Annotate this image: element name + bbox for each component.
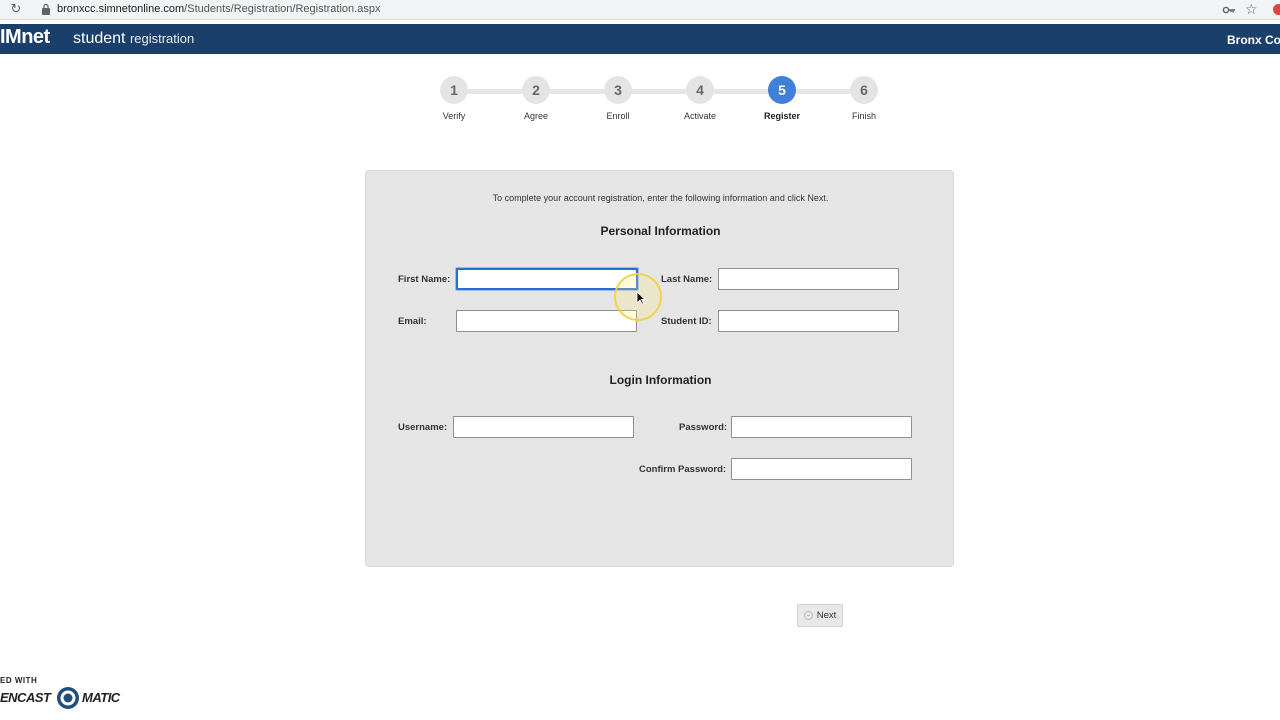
app-title: student registration <box>73 30 194 48</box>
step-label: Agree <box>523 111 549 121</box>
student-id-input[interactable] <box>718 310 899 332</box>
mouse-cursor-icon <box>636 291 646 305</box>
email-label: Email: <box>398 316 427 327</box>
step-number: 3 <box>604 76 632 104</box>
reload-icon[interactable]: ↻ <box>9 2 23 16</box>
personal-info-title: Personal Information <box>600 224 721 238</box>
student-id-label: Student ID: <box>661 316 712 327</box>
step-number: 2 <box>522 76 550 104</box>
first-name-label: First Name: <box>398 274 451 285</box>
app-title-light: registration <box>129 31 195 46</box>
last-name-label: Last Name: <box>661 274 713 285</box>
profile-avatar[interactable] <box>1271 2 1280 17</box>
first-name-input[interactable] <box>456 268 638 290</box>
lock-icon[interactable] <box>41 3 51 15</box>
step-activate: 4 Activate <box>670 76 730 121</box>
bookmark-star-icon[interactable]: ☆ <box>1245 2 1259 16</box>
address-url[interactable]: bronxcc.simnetonline.com/Students/Regist… <box>57 3 380 15</box>
form-instructions: To complete your account registration, e… <box>492 193 829 203</box>
browser-address-bar: ↻ bronxcc.simnetonline.com/Students/Regi… <box>0 0 1280 20</box>
confirm-password-label: Confirm Password: <box>639 464 727 475</box>
email-input[interactable] <box>456 310 637 332</box>
step-number: 5 <box>768 76 796 104</box>
step-agree: 2 Agree <box>506 76 566 121</box>
step-verify: 1 Verify <box>424 76 484 121</box>
next-button[interactable]: Next <box>797 604 843 627</box>
next-button-label: Next <box>816 610 837 621</box>
registration-form-panel: To complete your account registration, e… <box>365 170 954 567</box>
step-number: 4 <box>686 76 714 104</box>
last-name-input[interactable] <box>718 268 899 290</box>
step-finish: 6 Finish <box>834 76 894 121</box>
step-number: 6 <box>850 76 878 104</box>
password-label: Password: <box>679 422 728 433</box>
next-icon <box>803 611 813 620</box>
url-host: bronxcc.simnetonline.com <box>57 3 185 15</box>
username-input[interactable] <box>453 416 634 438</box>
watermark-top-text: ED WITH <box>0 676 38 685</box>
watermark-left-text: ENCAST <box>0 690 51 705</box>
step-number: 1 <box>440 76 468 104</box>
app-title-bold: student <box>73 30 126 47</box>
step-register: 5 Register <box>752 76 812 121</box>
watermark-right-text: MATIC <box>82 690 120 705</box>
confirm-password-input[interactable] <box>731 458 912 480</box>
step-enroll: 3 Enroll <box>588 76 648 121</box>
username-label: Username: <box>398 422 448 433</box>
step-label: Verify <box>442 111 466 121</box>
app-header: IMnet student registration Bronx Con <box>0 24 1280 54</box>
login-info-title: Login Information <box>609 373 712 387</box>
registration-stepper: 1 Verify 2 Agree 3 Enroll 4 Activate 5 R… <box>0 76 1280 136</box>
simnet-logo: IMnet <box>0 26 50 48</box>
school-name: Bronx Con <box>1227 33 1280 47</box>
step-label: Activate <box>683 111 716 121</box>
screencast-logo-icon <box>57 687 79 709</box>
key-icon[interactable] <box>1222 3 1236 17</box>
step-label: Finish <box>851 111 876 121</box>
password-input[interactable] <box>731 416 912 438</box>
url-path: /Students/Registration/Registration.aspx <box>184 3 381 15</box>
step-label: Register <box>763 111 800 121</box>
step-label: Enroll <box>606 111 630 121</box>
screencast-watermark: ED WITH ENCAST MATIC <box>0 675 130 715</box>
